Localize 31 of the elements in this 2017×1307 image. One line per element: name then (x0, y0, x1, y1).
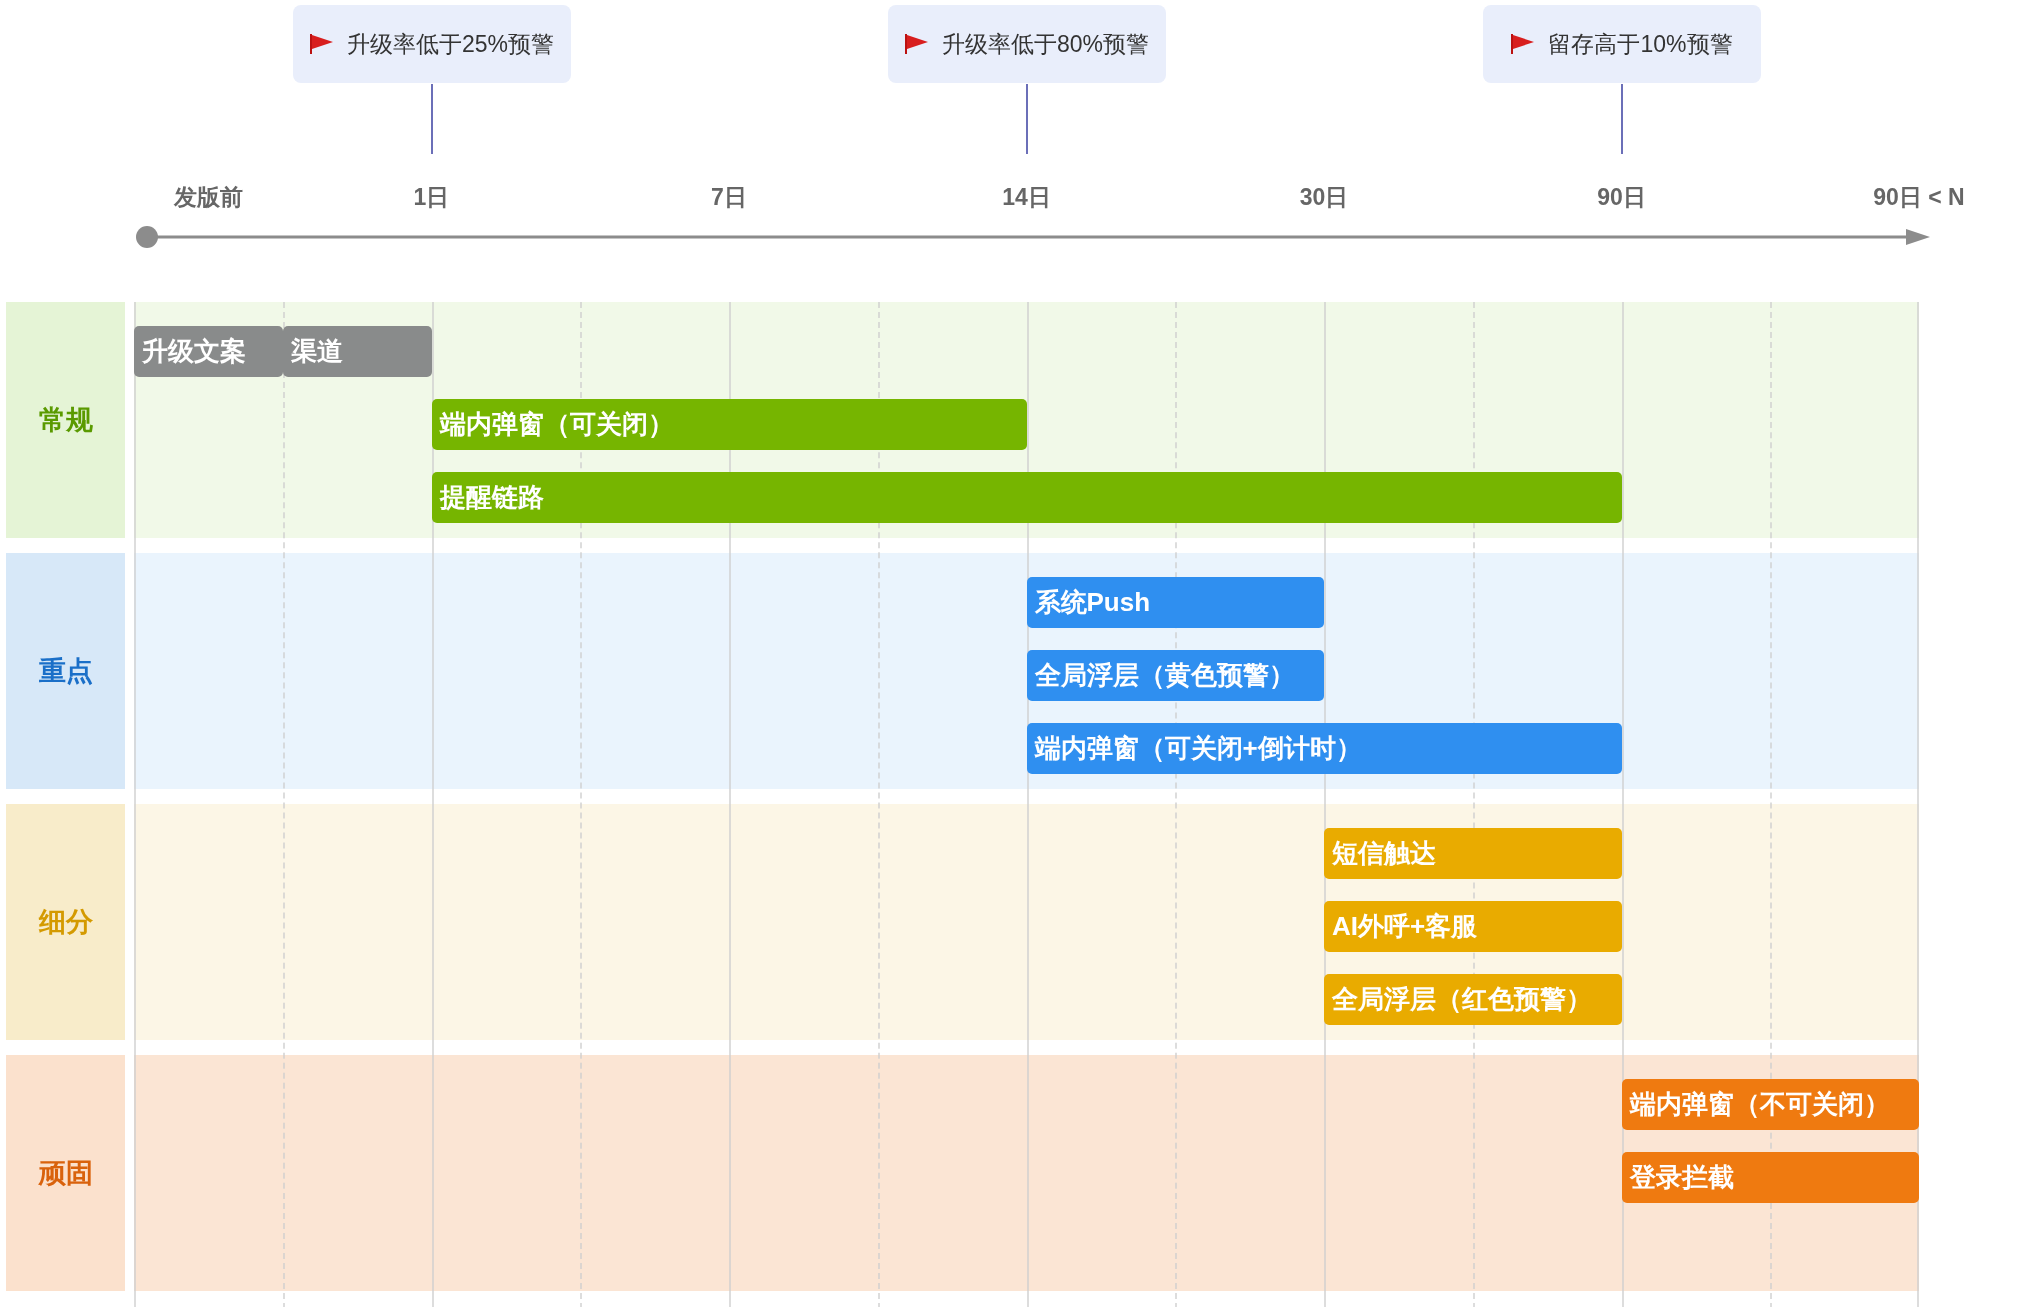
alert-flag-label: 留存高于10%预警 (1482, 5, 1761, 83)
timeline-bar: 系统Push (1026, 577, 1324, 628)
timeline-bar: AI外呼+客服 (1324, 901, 1622, 952)
lane-label: 顽固 (6, 1055, 125, 1291)
timeline-bar: 渠道 (282, 326, 432, 377)
timeline-bar: 全局浮层（黄色预警） (1026, 650, 1324, 701)
timeline-bar: 端内弹窗（不可关闭） (1621, 1079, 1919, 1130)
axis-label: 90日 < N (1873, 183, 1965, 212)
alert-flag-label: 升级率低于80%预警 (887, 5, 1166, 83)
timeline-bar: 短信触达 (1324, 828, 1622, 879)
connector-line (1620, 84, 1623, 154)
lane-label: 细分 (6, 804, 125, 1040)
axis-label: 30日 (1299, 183, 1349, 212)
timeline-bar: 提醒链路 (431, 472, 1622, 523)
timeline-bar: 升级文案 (134, 326, 283, 377)
alert-flag-label: 升级率低于25%预警 (292, 5, 571, 83)
timeline-bar: 端内弹窗（可关闭+倒计时） (1026, 723, 1622, 774)
axis-label: 发版前 (173, 183, 243, 212)
connector-line (430, 84, 433, 154)
connector-line (1025, 84, 1028, 154)
flag-icon (903, 33, 930, 55)
timeline-bar: 端内弹窗（可关闭） (431, 399, 1027, 450)
axis-label: 1日 (413, 183, 450, 212)
lane-label: 常规 (6, 302, 125, 538)
lane-label: 重点 (6, 553, 125, 789)
timeline-bar: 全局浮层（红色预警） (1324, 974, 1622, 1025)
axis-label: 90日 (1597, 183, 1646, 212)
axis-label: 14日 (1002, 183, 1051, 212)
axis-label: 7日 (711, 183, 747, 212)
timeline-bar: 登录拦截 (1621, 1152, 1919, 1203)
flag-icon (308, 33, 335, 55)
